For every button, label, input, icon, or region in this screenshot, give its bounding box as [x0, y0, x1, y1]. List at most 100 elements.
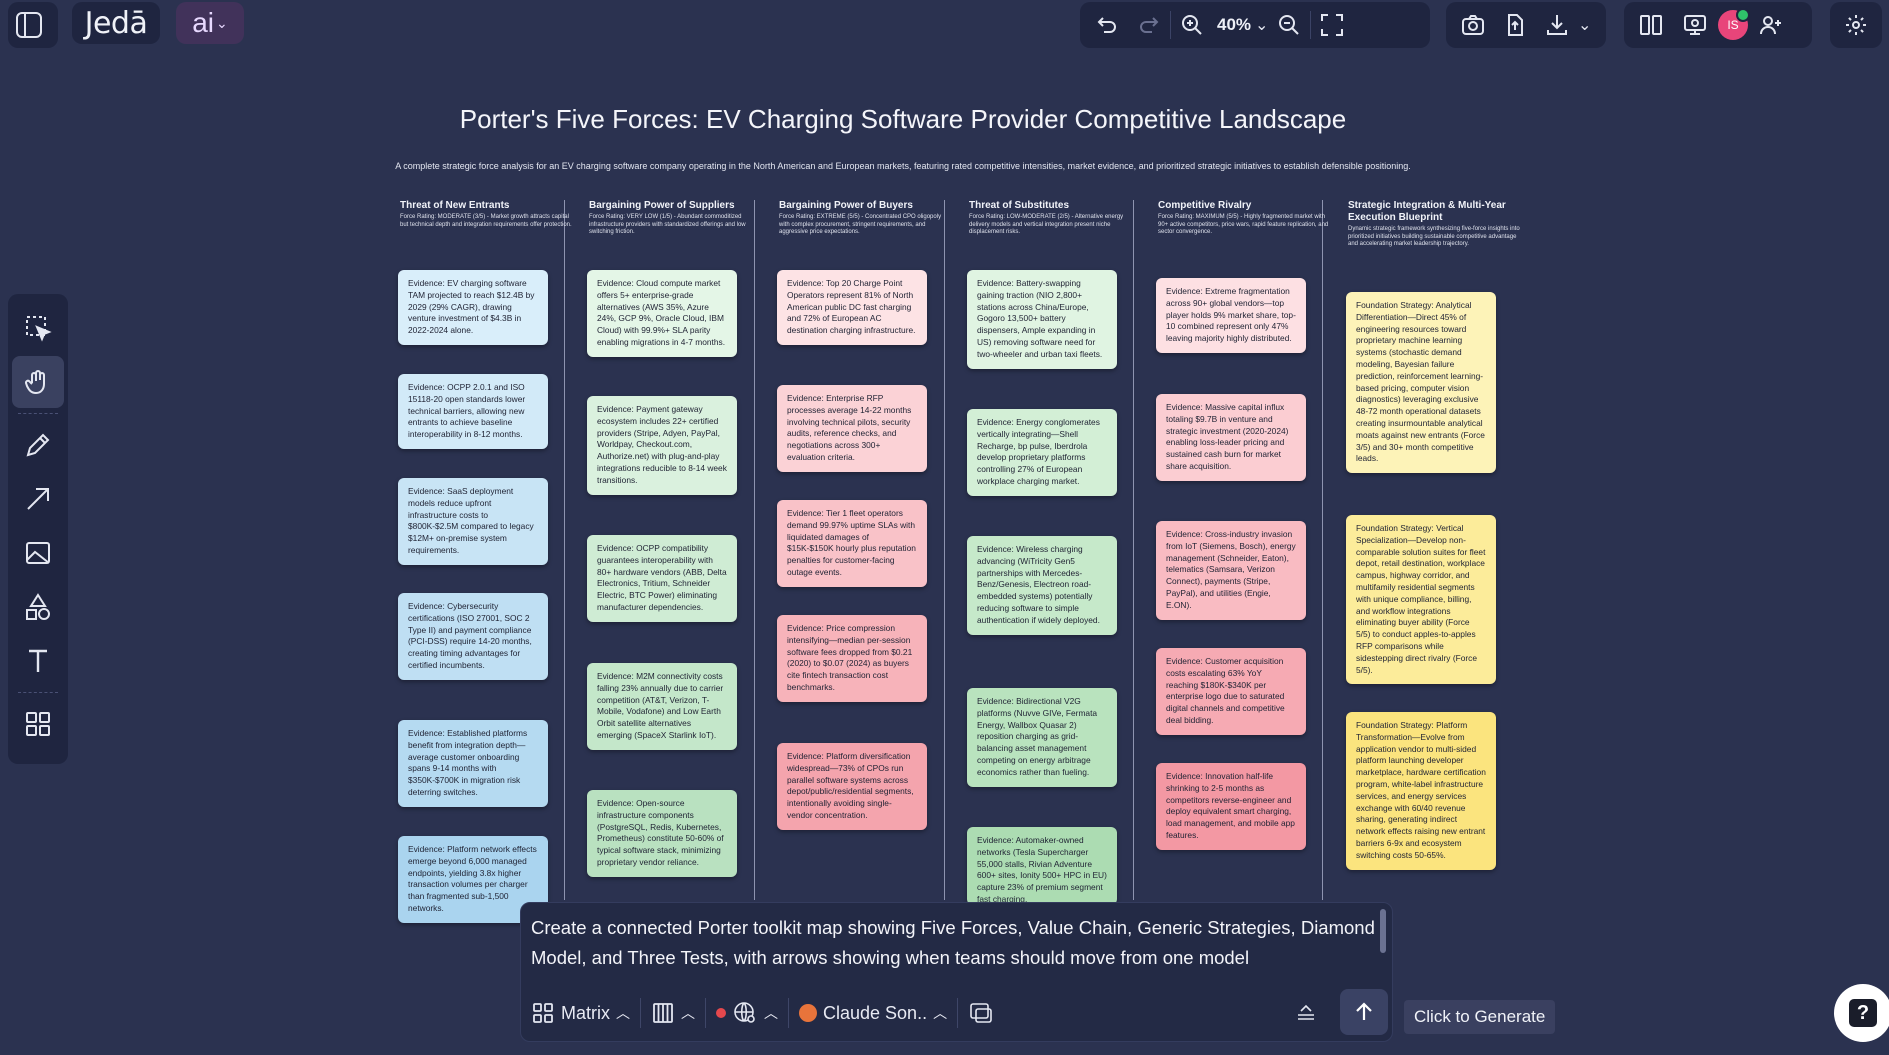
evidence-card[interactable]: Evidence: SaaS deployment models reduce … — [398, 478, 548, 565]
arrow-tool-icon[interactable] — [12, 473, 64, 525]
columns-selector[interactable]: ︿ — [641, 1001, 705, 1025]
shapes-tool-icon[interactable] — [12, 581, 64, 633]
force-rating: Force Rating: VERY LOW (1/5) - Abundant … — [589, 214, 746, 235]
globe-search-icon — [734, 1002, 755, 1023]
generate-button[interactable] — [1340, 989, 1388, 1035]
evidence-card[interactable]: Evidence: Enterprise RFP processes avera… — [777, 385, 927, 472]
text-tool-icon[interactable] — [12, 635, 64, 687]
evidence-card[interactable]: Evidence: Cross-industry invasion from I… — [1156, 521, 1306, 620]
model-selector[interactable]: Claude Son.. ︿ — [789, 1003, 957, 1024]
zoom-level[interactable]: 40% — [1213, 15, 1255, 35]
evidence-card[interactable]: Evidence: Platform diversification wides… — [777, 743, 927, 830]
pencil-tool-icon[interactable] — [12, 419, 64, 471]
evidence-card[interactable]: Evidence: Wireless charging advancing (W… — [967, 536, 1117, 635]
zoom-in-icon[interactable] — [1171, 4, 1213, 46]
chevron-down-icon[interactable]: ⌄ — [1255, 15, 1268, 35]
column-title: Bargaining Power of Buyers — [779, 200, 913, 211]
generate-tooltip: Click to Generate — [1404, 1000, 1556, 1034]
force-rating: Force Rating: MODERATE (3/5) - Market gr… — [400, 214, 572, 228]
document-title: Porter's Five Forces: EV Charging Softwa… — [459, 104, 1347, 134]
prompt-options-bar: Matrix ︿ ︿ ︿ Claude Son.. ︿ — [521, 985, 1392, 1041]
divider — [18, 413, 58, 414]
columns-icon — [653, 1003, 673, 1023]
column-rivalry: Competitive Rivalry Force Rating: MAXIMU… — [1156, 200, 1332, 900]
evidence-card[interactable]: Evidence: EV charging software TAM proje… — [398, 270, 548, 345]
help-button[interactable]: ? — [1834, 984, 1889, 1042]
zoom-out-icon[interactable] — [1268, 4, 1310, 46]
tool-palette — [8, 294, 68, 764]
ai-label: ai — [192, 7, 215, 38]
strategy-card[interactable]: Foundation Strategy: Platform Transforma… — [1346, 712, 1496, 870]
gear-icon[interactable] — [1835, 4, 1877, 46]
image-tool-icon[interactable] — [12, 527, 64, 579]
grid-apps-icon[interactable] — [12, 698, 64, 750]
force-rating: Dynamic strategic framework synthesizing… — [1348, 226, 1520, 247]
evidence-card[interactable]: Evidence: Customer acquisition costs esc… — [1156, 648, 1306, 735]
jeda-logo[interactable]: Jedā — [72, 2, 160, 44]
canvas-toolbar: 40% ⌄ — [1080, 2, 1430, 48]
presentation-icon[interactable] — [1674, 4, 1716, 46]
camera-icon[interactable] — [1452, 4, 1494, 46]
layout-label: Matrix — [561, 1002, 610, 1023]
evidence-card[interactable]: Evidence: Extreme fragmentation across 9… — [1156, 278, 1306, 353]
document-subtitle: A complete strategic force analysis for … — [395, 161, 1411, 171]
prompt-scrollbar[interactable] — [1380, 909, 1386, 953]
layout-selector[interactable]: Matrix ︿ — [521, 1001, 640, 1025]
prompt-input[interactable]: Create a connected Porter toolkit map sh… — [531, 913, 1376, 977]
chevron-down-icon: ⌄ — [216, 14, 228, 31]
evidence-card[interactable]: Evidence: Bidirectional V2G platforms (N… — [967, 688, 1117, 787]
column-title: Competitive Rivalry — [1158, 200, 1252, 211]
undo-icon[interactable] — [1086, 4, 1128, 46]
evidence-card[interactable]: Evidence: Battery-swapping gaining tract… — [967, 270, 1117, 369]
ai-menu-button[interactable]: ai ⌄ — [176, 2, 244, 44]
hand-tool-icon[interactable] — [12, 356, 64, 408]
fit-screen-icon[interactable] — [1311, 4, 1353, 46]
layout-panels-icon[interactable] — [1630, 4, 1672, 46]
stack-icon — [1298, 1004, 1314, 1020]
sidebar-toggle-group — [8, 2, 58, 48]
evidence-card[interactable]: Evidence: OCPP 2.0.1 and ISO 15118-20 op… — [398, 374, 548, 449]
divider — [18, 692, 58, 693]
evidence-card[interactable]: Evidence: Innovation half-life shrinking… — [1156, 763, 1306, 850]
force-rating: Force Rating: EXTREME (5/5) - Concentrat… — [779, 214, 942, 235]
download-icon[interactable] — [1536, 4, 1578, 46]
column-title: Bargaining Power of Suppliers — [589, 200, 735, 211]
collab-toolbar: IS — [1624, 2, 1812, 48]
redo-icon[interactable] — [1128, 4, 1170, 46]
sidebar-toggle-icon[interactable] — [8, 4, 50, 46]
model-label: Claude Son.. — [823, 1002, 928, 1023]
chevron-down-icon[interactable]: ⌄ — [1578, 15, 1591, 35]
evidence-card[interactable]: Evidence: Open-source infrastructure com… — [587, 790, 737, 877]
user-avatar[interactable]: IS — [1718, 8, 1750, 40]
evidence-card[interactable]: Evidence: M2M connectivity costs falling… — [587, 663, 737, 750]
evidence-card[interactable]: Evidence: Established platforms benefit … — [398, 720, 548, 807]
chevron-up-icon: ︿ — [764, 1005, 778, 1021]
evidence-card[interactable]: Evidence: Energy conglomerates verticall… — [967, 409, 1117, 496]
chevron-up-icon: ︿ — [616, 1005, 630, 1021]
evidence-card[interactable]: Evidence: Cloud compute market offers 5+… — [587, 270, 737, 357]
prompt-settings-button[interactable] — [1284, 1001, 1328, 1025]
share-upload-icon[interactable] — [1494, 4, 1536, 46]
evidence-card[interactable]: Evidence: Tier 1 fleet operators demand … — [777, 500, 927, 587]
force-rating: Force Rating: LOW-MODERATE (2/5) - Alter… — [969, 214, 1124, 235]
arrow-up-icon — [1356, 1002, 1372, 1020]
column-suppliers: Bargaining Power of Suppliers Force Rati… — [587, 200, 763, 900]
attach-frame-button[interactable] — [958, 1000, 1004, 1026]
evidence-card[interactable]: Evidence: Massive capital influx totalin… — [1156, 394, 1306, 481]
web-search-selector[interactable]: ︿ — [706, 1000, 788, 1026]
chevron-up-icon: ︿ — [933, 1005, 948, 1021]
force-rating: Force Rating: MAXIMUM (5/5) - Highly fra… — [1158, 214, 1329, 235]
strategy-card[interactable]: Foundation Strategy: Analytical Differen… — [1346, 292, 1496, 474]
column-title: Threat of New Entrants — [400, 200, 510, 211]
strategy-card[interactable]: Foundation Strategy: Vertical Specializa… — [1346, 515, 1496, 685]
evidence-card[interactable]: Evidence: OCPP compatibility guarantees … — [587, 535, 737, 622]
evidence-card[interactable]: Evidence: Automaker-owned networks (Tesl… — [967, 827, 1117, 905]
column-new-entrants: Threat of New Entrants Force Rating: MOD… — [398, 200, 574, 923]
add-user-icon[interactable] — [1750, 4, 1792, 46]
evidence-card[interactable]: Evidence: Cybersecurity certifications (… — [398, 593, 548, 680]
evidence-card[interactable]: Evidence: Top 20 Charge Point Operators … — [777, 270, 927, 345]
evidence-card[interactable]: Evidence: Price compression intensifying… — [777, 615, 927, 702]
select-tool-icon[interactable] — [12, 302, 64, 354]
evidence-card[interactable]: Evidence: Payment gateway ecosystem incl… — [587, 396, 737, 495]
user-initials: IS — [1727, 18, 1739, 32]
